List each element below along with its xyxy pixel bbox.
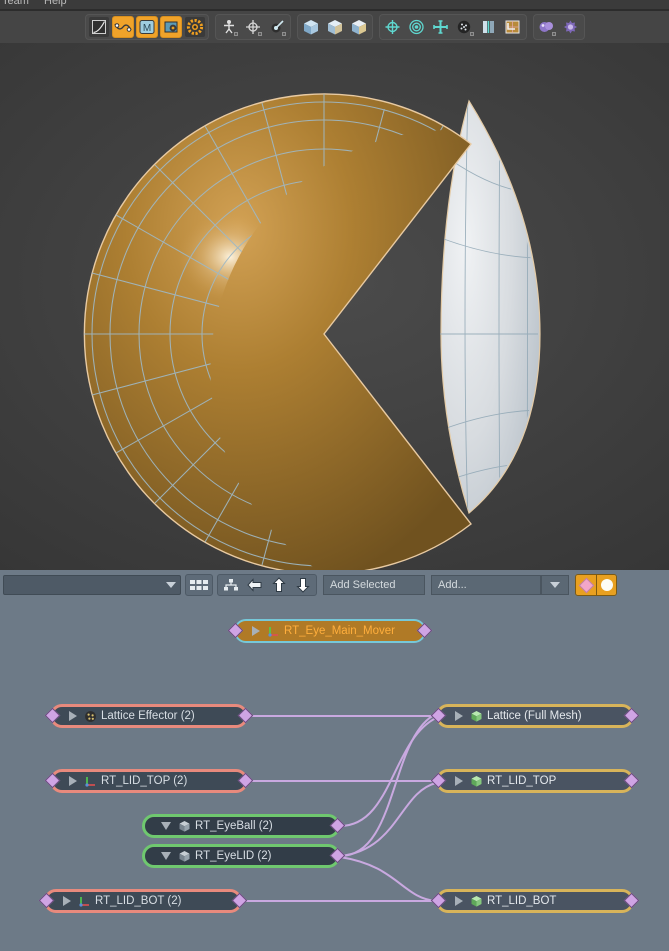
diamond-pink-icon[interactable] <box>576 575 596 595</box>
layout-button-group <box>185 574 213 596</box>
axis-null-icon <box>83 774 97 788</box>
main-toolbar: M <box>0 11 669 43</box>
node-rt-lid-bot-left[interactable]: RT_LID_BOT (2) <box>38 889 248 913</box>
axis-plus-icon[interactable] <box>430 16 452 38</box>
toolbar-group-sim <box>532 14 585 40</box>
eye-model-render <box>83 93 541 570</box>
chevron-right-icon[interactable] <box>69 711 77 721</box>
mesh-cube-icon <box>469 709 483 723</box>
corner-marker <box>551 32 556 36</box>
cube-light-icon[interactable] <box>324 16 346 38</box>
back-arrow-icon[interactable] <box>244 576 266 594</box>
corner-marker <box>257 32 262 36</box>
particle-emitter-icon[interactable] <box>454 16 476 38</box>
character-figure-icon[interactable] <box>218 16 240 38</box>
up-arrow-icon[interactable] <box>268 576 290 594</box>
render-region-icon[interactable] <box>502 16 524 38</box>
navigation-button-group <box>217 574 317 596</box>
cube-tan-icon[interactable] <box>348 16 370 38</box>
dynamics-sun-icon[interactable] <box>183 16 206 38</box>
display-mode-swatches <box>575 574 617 596</box>
node-rt-eyelid[interactable]: RT_EyeLID (2) <box>142 844 346 868</box>
mesh-cube-icon <box>469 894 483 908</box>
perspective-viewport[interactable] <box>0 43 669 570</box>
simulation-gear-icon[interactable] <box>560 16 582 38</box>
add-selected-button[interactable]: Add Selected <box>323 575 425 595</box>
mesh-cube-icon <box>177 819 191 833</box>
corner-marker <box>469 32 474 36</box>
cube-blue-icon[interactable] <box>300 16 322 38</box>
node-rt-lid-top-right[interactable]: RT_LID_TOP <box>430 769 640 793</box>
node-graph-canvas[interactable]: RT_Eye_Main_Mover Lattice Effector (2) L… <box>0 600 669 951</box>
toolbar-group-scene <box>378 14 527 40</box>
motion-m-icon[interactable]: M <box>135 16 158 38</box>
axis-null-icon <box>77 894 91 908</box>
node-label: Lattice Effector (2) <box>101 710 195 722</box>
node-label: RT_LID_TOP <box>487 775 557 787</box>
hierarchy-icon[interactable] <box>220 576 242 594</box>
menu-item-team[interactable]: Team <box>2 0 29 7</box>
corner-marker <box>281 32 286 36</box>
chevron-right-icon[interactable] <box>455 776 463 786</box>
node-lattice-effector[interactable]: Lattice Effector (2) <box>44 704 254 728</box>
chevron-right-icon[interactable] <box>455 896 463 906</box>
node-label: RT_LID_TOP (2) <box>101 775 188 787</box>
node-rt-eye-main-mover[interactable]: RT_Eye_Main_Mover <box>227 619 433 643</box>
mesh-cube-icon <box>469 774 483 788</box>
animation-curve-icon[interactable] <box>111 16 134 38</box>
node-label: Lattice (Full Mesh) <box>487 710 582 722</box>
chevron-down-icon <box>166 582 176 588</box>
toolbar-group-character <box>214 14 291 40</box>
chevron-right-icon[interactable] <box>455 711 463 721</box>
node-label: RT_EyeBall (2) <box>195 820 273 832</box>
volume-bars-icon[interactable] <box>478 16 500 38</box>
add-input[interactable]: Add... <box>431 575 541 595</box>
menu-item-help[interactable]: Help <box>44 0 67 7</box>
chevron-right-icon[interactable] <box>252 626 260 636</box>
circle-white-icon[interactable] <box>596 575 616 595</box>
chevron-down-icon[interactable] <box>161 852 171 860</box>
node-label: RT_EyeLID (2) <box>195 850 272 862</box>
chevron-right-icon[interactable] <box>69 776 77 786</box>
node-rt-lid-top-left[interactable]: RT_LID_TOP (2) <box>44 769 254 793</box>
svg-text:M: M <box>142 23 150 34</box>
toolbar-group-primitive <box>296 14 373 40</box>
menu-bar: Team Help <box>0 0 669 9</box>
mesh-cube-icon <box>177 849 191 863</box>
node-label: RT_Eye_Main_Mover <box>284 625 396 637</box>
spline-curve-icon[interactable] <box>87 16 110 38</box>
toolbar-group-mode: M <box>84 14 209 40</box>
node-label: RT_LID_BOT (2) <box>95 895 182 907</box>
target-crosshair-icon[interactable] <box>242 16 264 38</box>
chevron-right-icon[interactable] <box>63 896 71 906</box>
add-dropdown-button[interactable] <box>541 575 569 595</box>
node-lattice-full-mesh[interactable]: Lattice (Full Mesh) <box>430 704 640 728</box>
pyro-purple-icon[interactable] <box>536 16 558 38</box>
layout-grid-button[interactable] <box>188 576 210 594</box>
node-label: RT_LID_BOT <box>487 895 557 907</box>
hair-gear-icon[interactable] <box>266 16 288 38</box>
node-rt-eyeball[interactable]: RT_EyeBall (2) <box>142 814 346 838</box>
chevron-down-icon <box>550 582 560 588</box>
camera-ring-icon[interactable] <box>406 16 428 38</box>
node-rt-lid-bot-right[interactable]: RT_LID_BOT <box>430 889 640 913</box>
scene-selector[interactable] <box>3 575 181 595</box>
down-arrow-icon[interactable] <box>292 576 314 594</box>
corner-marker <box>233 32 238 36</box>
node-editor-toolbar: Add Selected Add... <box>0 570 669 600</box>
light-target-icon[interactable] <box>382 16 404 38</box>
effector-icon <box>83 709 97 723</box>
deformer-gear-icon[interactable] <box>159 16 182 38</box>
chevron-down-icon[interactable] <box>161 822 171 830</box>
axis-null-icon <box>266 624 280 638</box>
add-dropdown: Add... <box>431 575 569 595</box>
